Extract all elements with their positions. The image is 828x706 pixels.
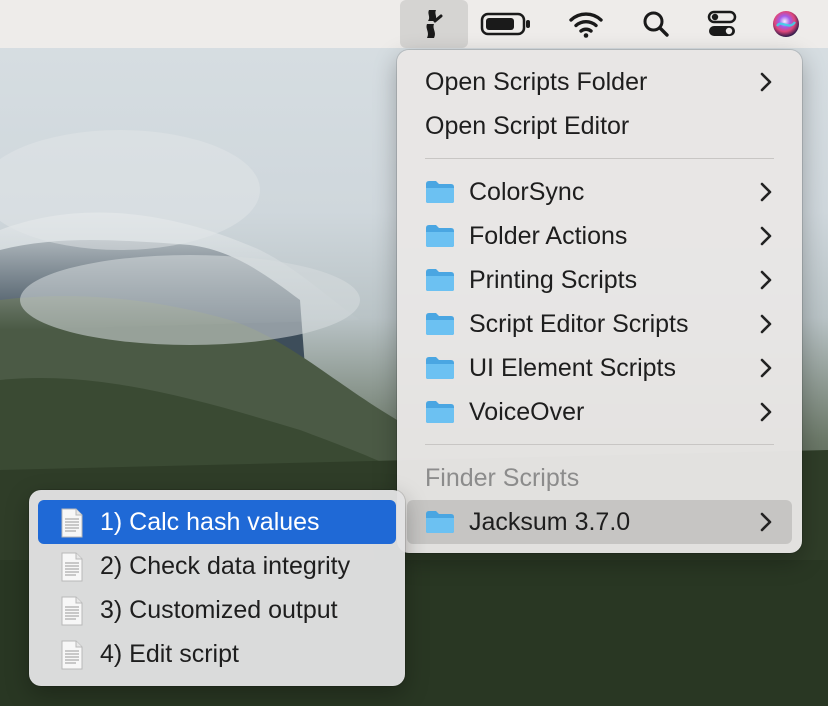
menu-item-label: ColorSync: [469, 177, 585, 206]
chevron-right-icon: [760, 314, 772, 334]
menu-item-label: Open Script Editor: [425, 111, 630, 140]
folder-item-ui-element-scripts[interactable]: UI Element Scripts: [407, 346, 792, 390]
control-center-icon[interactable]: [698, 0, 746, 48]
menu-item-label: Folder Actions: [469, 221, 628, 250]
script-item-label: 3) Customized output: [100, 595, 338, 624]
folder-item-script-editor-scripts[interactable]: Script Editor Scripts: [407, 302, 792, 346]
folder-item-folder-actions[interactable]: Folder Actions: [407, 214, 792, 258]
folder-item-voiceover[interactable]: VoiceOver: [407, 390, 792, 434]
script-item-label: 4) Edit script: [100, 639, 239, 668]
menu-item-label: UI Element Scripts: [469, 353, 677, 382]
menu-item-label: Script Editor Scripts: [469, 309, 689, 338]
folder-icon: [426, 225, 454, 247]
menu-item-label: VoiceOver: [469, 397, 585, 426]
section-header-finder-scripts: Finder Scripts: [407, 456, 792, 500]
menu-item-label: Open Scripts Folder: [425, 67, 648, 96]
folder-icon: [426, 181, 454, 203]
script-item-customized-output[interactable]: 3) Customized output: [38, 588, 396, 632]
folder-icon: [426, 313, 454, 335]
folder-item-colorsync[interactable]: ColorSync: [407, 170, 792, 214]
script-menu: Open Scripts Folder Open Script Editor C…: [397, 50, 802, 553]
battery-icon[interactable]: [474, 0, 538, 48]
script-document-icon: [61, 640, 83, 670]
folder-item-printing-scripts[interactable]: Printing Scripts: [407, 258, 792, 302]
jacksum-submenu: 1) Calc hash values 2) Check data integr…: [29, 490, 405, 686]
script-item-label: 2) Check data integrity: [100, 551, 351, 580]
chevron-right-icon: [760, 226, 772, 246]
folder-icon: [426, 401, 454, 423]
folder-icon: [426, 269, 454, 291]
chevron-right-icon: [760, 512, 772, 532]
menu-item-label: Printing Scripts: [469, 265, 638, 294]
script-item-calc-hash-values[interactable]: 1) Calc hash values: [38, 500, 396, 544]
spotlight-search-icon[interactable]: [632, 0, 680, 48]
folder-icon: [426, 357, 454, 379]
script-item-label: 1) Calc hash values: [100, 507, 320, 536]
script-item-check-data-integrity[interactable]: 2) Check data integrity: [38, 544, 396, 588]
script-document-icon: [61, 552, 83, 582]
siri-icon[interactable]: [762, 0, 810, 48]
open-script-editor-item[interactable]: Open Script Editor: [407, 104, 792, 148]
menu-item-label: Jacksum 3.7.0: [469, 507, 631, 536]
chevron-right-icon: [760, 402, 772, 422]
chevron-right-icon: [760, 358, 772, 378]
script-item-edit-script[interactable]: 4) Edit script: [38, 632, 396, 676]
wifi-icon[interactable]: [560, 0, 612, 48]
menu-separator: [425, 158, 774, 159]
script-document-icon: [61, 508, 83, 538]
section-header-label: Finder Scripts: [425, 463, 580, 492]
menu-bar: [0, 0, 828, 48]
folder-item-jacksum[interactable]: Jacksum 3.7.0: [407, 500, 792, 544]
chevron-right-icon: [760, 182, 772, 202]
script-document-icon: [61, 596, 83, 626]
script-menu-icon[interactable]: [400, 0, 468, 48]
chevron-right-icon: [760, 270, 772, 290]
folder-icon: [426, 511, 454, 533]
chevron-right-icon: [760, 72, 772, 92]
menu-separator: [425, 444, 774, 445]
open-scripts-folder-item[interactable]: Open Scripts Folder: [407, 60, 792, 104]
